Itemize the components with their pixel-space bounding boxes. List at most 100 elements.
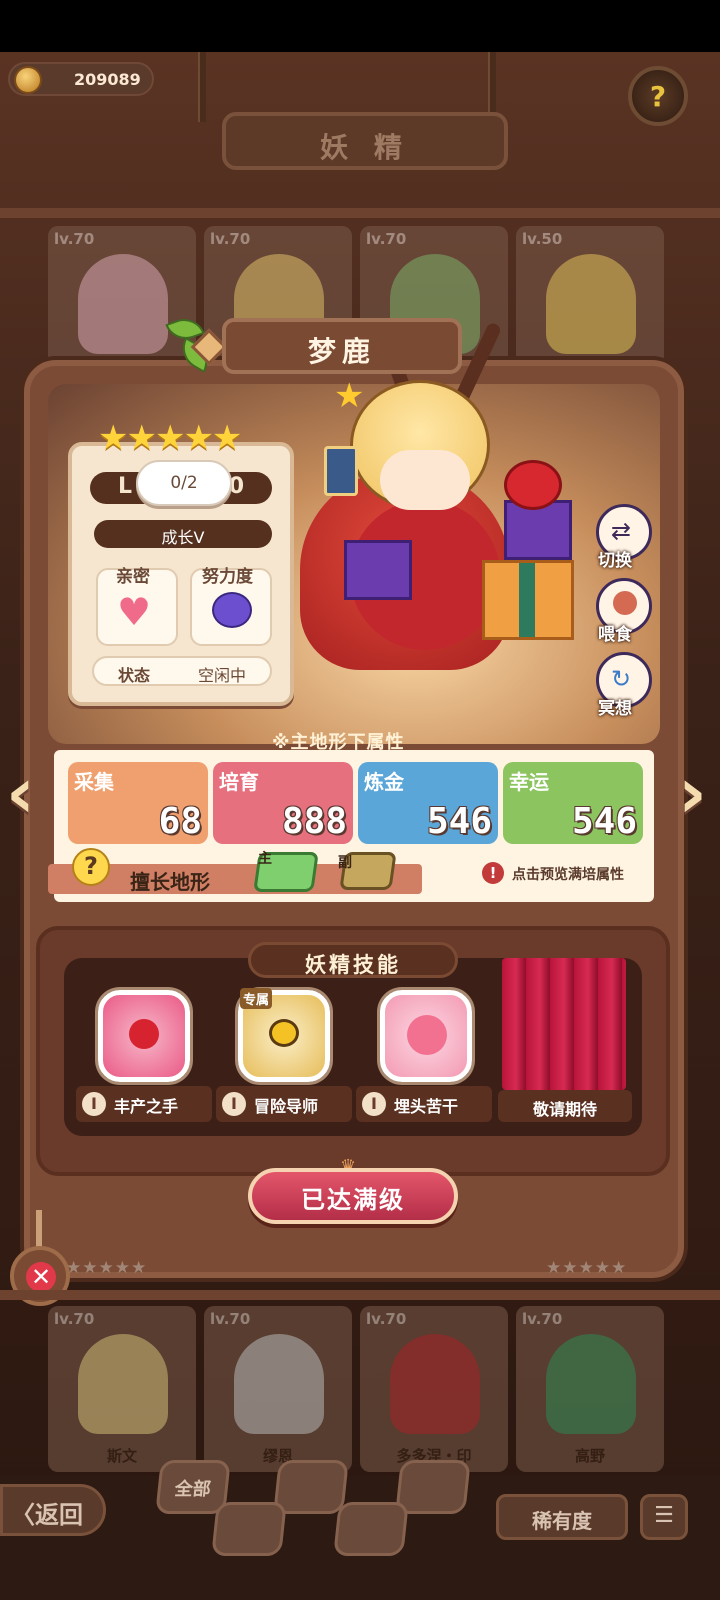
growth-bar: 成长V: [94, 520, 272, 548]
skill-name: 埋头苦干: [394, 1097, 459, 1116]
skill-abundance-button[interactable]: [98, 990, 190, 1082]
filter-all-label: 全部: [173, 1479, 212, 1500]
skill-name-plate: I 冒险导师: [216, 1086, 352, 1122]
attribute-label: 炼金: [364, 770, 404, 794]
card-level: lv.70: [366, 1310, 407, 1328]
page-title-sign: 妖 精: [222, 112, 508, 170]
info-icon[interactable]: I: [362, 1092, 386, 1116]
coming-soon-plate: 敬请期待: [498, 1090, 632, 1122]
curtain-locked-skill: [502, 958, 626, 1090]
question-icon: ?: [649, 80, 667, 113]
star-rating: ★★★★★: [98, 418, 242, 458]
sprite-name: 梦鹿: [307, 335, 376, 368]
filter-rock-icon[interactable]: [333, 1502, 409, 1556]
skill-name: 冒险导师: [254, 1097, 319, 1116]
bg-sprite-card[interactable]: lv.70 多多涅・印: [360, 1306, 508, 1472]
attribute-value: 888: [281, 801, 347, 842]
apple-icon: [504, 460, 562, 510]
switch-icon: ⇄: [611, 517, 632, 545]
sprite-portrait: [390, 1334, 480, 1434]
sprite-portrait: [78, 1334, 168, 1434]
smile-face-icon: [407, 1015, 447, 1055]
progress-tooltip: 0/2: [136, 460, 232, 506]
bg-sprite-card[interactable]: lv.50: [516, 226, 664, 366]
rarity-label: 稀有度: [532, 1509, 592, 1533]
devil-face-icon: [212, 592, 252, 628]
exclusive-tag: 专属: [240, 988, 273, 1009]
list-view-button[interactable]: ☰: [640, 1494, 688, 1540]
coin-amount: 209089: [74, 70, 141, 89]
status-label: 状态: [118, 666, 151, 685]
heart-icon: ♥: [117, 590, 152, 634]
info-icon[interactable]: I: [222, 1092, 246, 1116]
gift-box-icon: [482, 560, 574, 640]
bg-sprite-card[interactable]: lv.70 斯文: [48, 1306, 196, 1472]
sprite-name-plate: 梦鹿: [222, 318, 462, 374]
meditate-icon: ↻: [611, 665, 632, 693]
bee-icon: [269, 1019, 299, 1047]
info-icon[interactable]: I: [82, 1092, 106, 1116]
card-level: lv.70: [210, 230, 251, 248]
gift-box-icon: [344, 540, 412, 600]
character-face: [380, 450, 470, 510]
help-button[interactable]: ?: [628, 66, 688, 126]
skill-name: 丰产之手: [114, 1097, 179, 1116]
max-level-button[interactable]: 已达满级: [248, 1168, 458, 1224]
skill-name-plate: I 丰产之手: [76, 1086, 212, 1122]
attribute-card-alchemy: 炼金 546: [358, 762, 498, 844]
bg-sprite-card[interactable]: lv.70: [48, 226, 196, 366]
tarot-card-icon: [324, 446, 358, 496]
status-value: 空闲中: [197, 666, 246, 685]
rarity-sort-button[interactable]: 稀有度: [496, 1494, 628, 1540]
filter-sprout-icon[interactable]: [211, 1502, 287, 1556]
attribute-value: 546: [571, 801, 637, 842]
coin-icon: [14, 66, 42, 94]
coin-counter: 209089: [8, 62, 154, 96]
back-label: 〈返回: [11, 1501, 83, 1529]
level-prefix: L: [118, 474, 133, 499]
close-icon: ✕: [26, 1262, 56, 1292]
star-icon: ★: [334, 376, 365, 416]
page-title: 妖 精: [320, 131, 410, 164]
back-button[interactable]: 〈返回: [0, 1484, 106, 1536]
skills-title-plate: 妖精技能: [248, 942, 458, 978]
card-name: 高野: [574, 1447, 605, 1465]
card-stars: ★★★★★: [66, 1258, 148, 1278]
sub-terrain-tag: 副: [338, 855, 352, 871]
card-level: lv.70: [54, 230, 95, 248]
card-level: lv.70: [366, 230, 407, 248]
attribute-value: 546: [426, 801, 492, 842]
attribute-value: 68: [158, 801, 202, 842]
alert-icon[interactable]: !: [482, 862, 504, 884]
bg-sprite-card[interactable]: lv.70 缪恩: [204, 1306, 352, 1472]
terrain-label: 擅长地形: [130, 870, 210, 894]
card-stars: ★★★★★: [546, 1258, 628, 1278]
filter-mountain-icon[interactable]: [395, 1460, 471, 1514]
bg-sprite-card[interactable]: lv.70 高野: [516, 1306, 664, 1472]
status-row: 状态 空闲中: [92, 656, 272, 686]
effort-label: 努力度: [202, 567, 253, 587]
card-level: lv.70: [54, 1310, 95, 1328]
next-arrow-icon[interactable]: ›: [678, 758, 718, 838]
sprite-portrait: [78, 254, 168, 354]
feed-label: 喂食: [598, 625, 632, 645]
attribute-label: 幸运: [509, 770, 549, 794]
card-level: lv.70: [210, 1310, 251, 1328]
close-rope: [36, 1210, 42, 1250]
skill-name-plate: I 埋头苦干: [356, 1086, 492, 1122]
meat-icon: [613, 591, 637, 615]
meditate-label: 冥想: [598, 699, 632, 719]
skill-hardwork-button[interactable]: [380, 990, 472, 1082]
intimacy-label: 亲密: [116, 567, 150, 587]
main-terrain-tag: 主: [258, 851, 272, 867]
max-level-label: 已达满级: [301, 1186, 405, 1214]
attribute-label: 培育: [219, 770, 259, 794]
attribute-label: 采集: [74, 770, 114, 794]
preview-full-attributes-link[interactable]: 点击预览满培属性: [512, 864, 624, 884]
filter-egg-icon[interactable]: [273, 1460, 349, 1514]
terrain-question-icon[interactable]: ?: [72, 848, 110, 886]
prev-arrow-icon[interactable]: ‹: [6, 758, 46, 838]
card-level: lv.50: [522, 230, 563, 248]
attribute-card-cultivate: 培育 888: [213, 762, 353, 844]
switch-label: 切换: [598, 551, 632, 571]
